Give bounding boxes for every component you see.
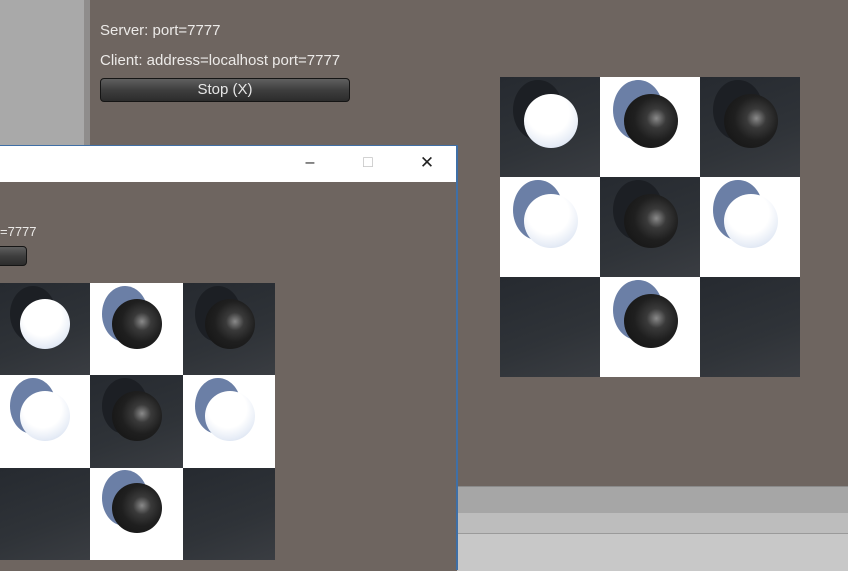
background-editor-strip bbox=[0, 0, 84, 150]
server-board bbox=[500, 77, 800, 377]
server-board-cell[interactable] bbox=[700, 77, 800, 177]
server-board-cell[interactable] bbox=[500, 77, 600, 177]
bottom-bar-panel-upper bbox=[457, 486, 848, 513]
bottom-bar-panel-lower bbox=[457, 533, 848, 571]
close-icon: ✕ bbox=[419, 153, 435, 172]
white-piece bbox=[204, 391, 255, 441]
server-board-cell[interactable] bbox=[500, 277, 600, 377]
client-port-label-partial: =7777 bbox=[0, 224, 37, 239]
server-board-cell[interactable] bbox=[600, 277, 700, 377]
stop-button[interactable]: Stop (X) bbox=[100, 78, 350, 102]
client-board-cell[interactable] bbox=[182, 375, 275, 468]
background-editor-bottom-bar bbox=[457, 486, 848, 571]
white-piece bbox=[20, 298, 71, 349]
client-board-cell[interactable] bbox=[90, 467, 183, 560]
client-board-cell[interactable] bbox=[182, 467, 275, 560]
client-board-cell[interactable] bbox=[182, 283, 275, 376]
white-piece bbox=[724, 194, 778, 248]
black-piece bbox=[724, 94, 778, 148]
server-port-label: Server: port=7777 bbox=[100, 22, 221, 39]
black-piece bbox=[112, 483, 163, 534]
close-button[interactable]: ✕ bbox=[404, 146, 450, 182]
client-board bbox=[0, 283, 275, 560]
white-piece bbox=[20, 391, 71, 441]
client-board-cell[interactable] bbox=[0, 283, 91, 376]
white-piece bbox=[524, 194, 578, 248]
minimize-icon: – bbox=[305, 154, 315, 171]
maximize-icon: □ bbox=[363, 154, 373, 171]
minimize-button[interactable]: – bbox=[287, 146, 333, 182]
client-board-cell[interactable] bbox=[90, 375, 183, 468]
client-board-cell[interactable] bbox=[0, 375, 91, 468]
server-board-cell[interactable] bbox=[700, 177, 800, 277]
client-stop-button-partial[interactable] bbox=[0, 246, 27, 266]
maximize-button[interactable]: □ bbox=[345, 146, 391, 182]
client-window-titlebar[interactable]: – □ ✕ bbox=[0, 145, 456, 182]
black-piece bbox=[624, 194, 678, 248]
server-board-cell[interactable] bbox=[500, 177, 600, 277]
black-piece bbox=[112, 391, 163, 441]
server-board-cell[interactable] bbox=[600, 177, 700, 277]
server-board-cell[interactable] bbox=[700, 277, 800, 377]
black-piece bbox=[624, 94, 678, 148]
client-board-cell[interactable] bbox=[90, 283, 183, 376]
black-piece bbox=[112, 298, 163, 349]
black-piece bbox=[624, 294, 678, 348]
client-board-cell[interactable] bbox=[0, 467, 91, 560]
server-board-cell[interactable] bbox=[600, 77, 700, 177]
client-address-label: Client: address=localhost port=7777 bbox=[100, 52, 341, 69]
client-game-window: – □ ✕ =7777 bbox=[0, 145, 458, 570]
white-piece bbox=[524, 94, 578, 148]
black-piece bbox=[204, 298, 255, 349]
